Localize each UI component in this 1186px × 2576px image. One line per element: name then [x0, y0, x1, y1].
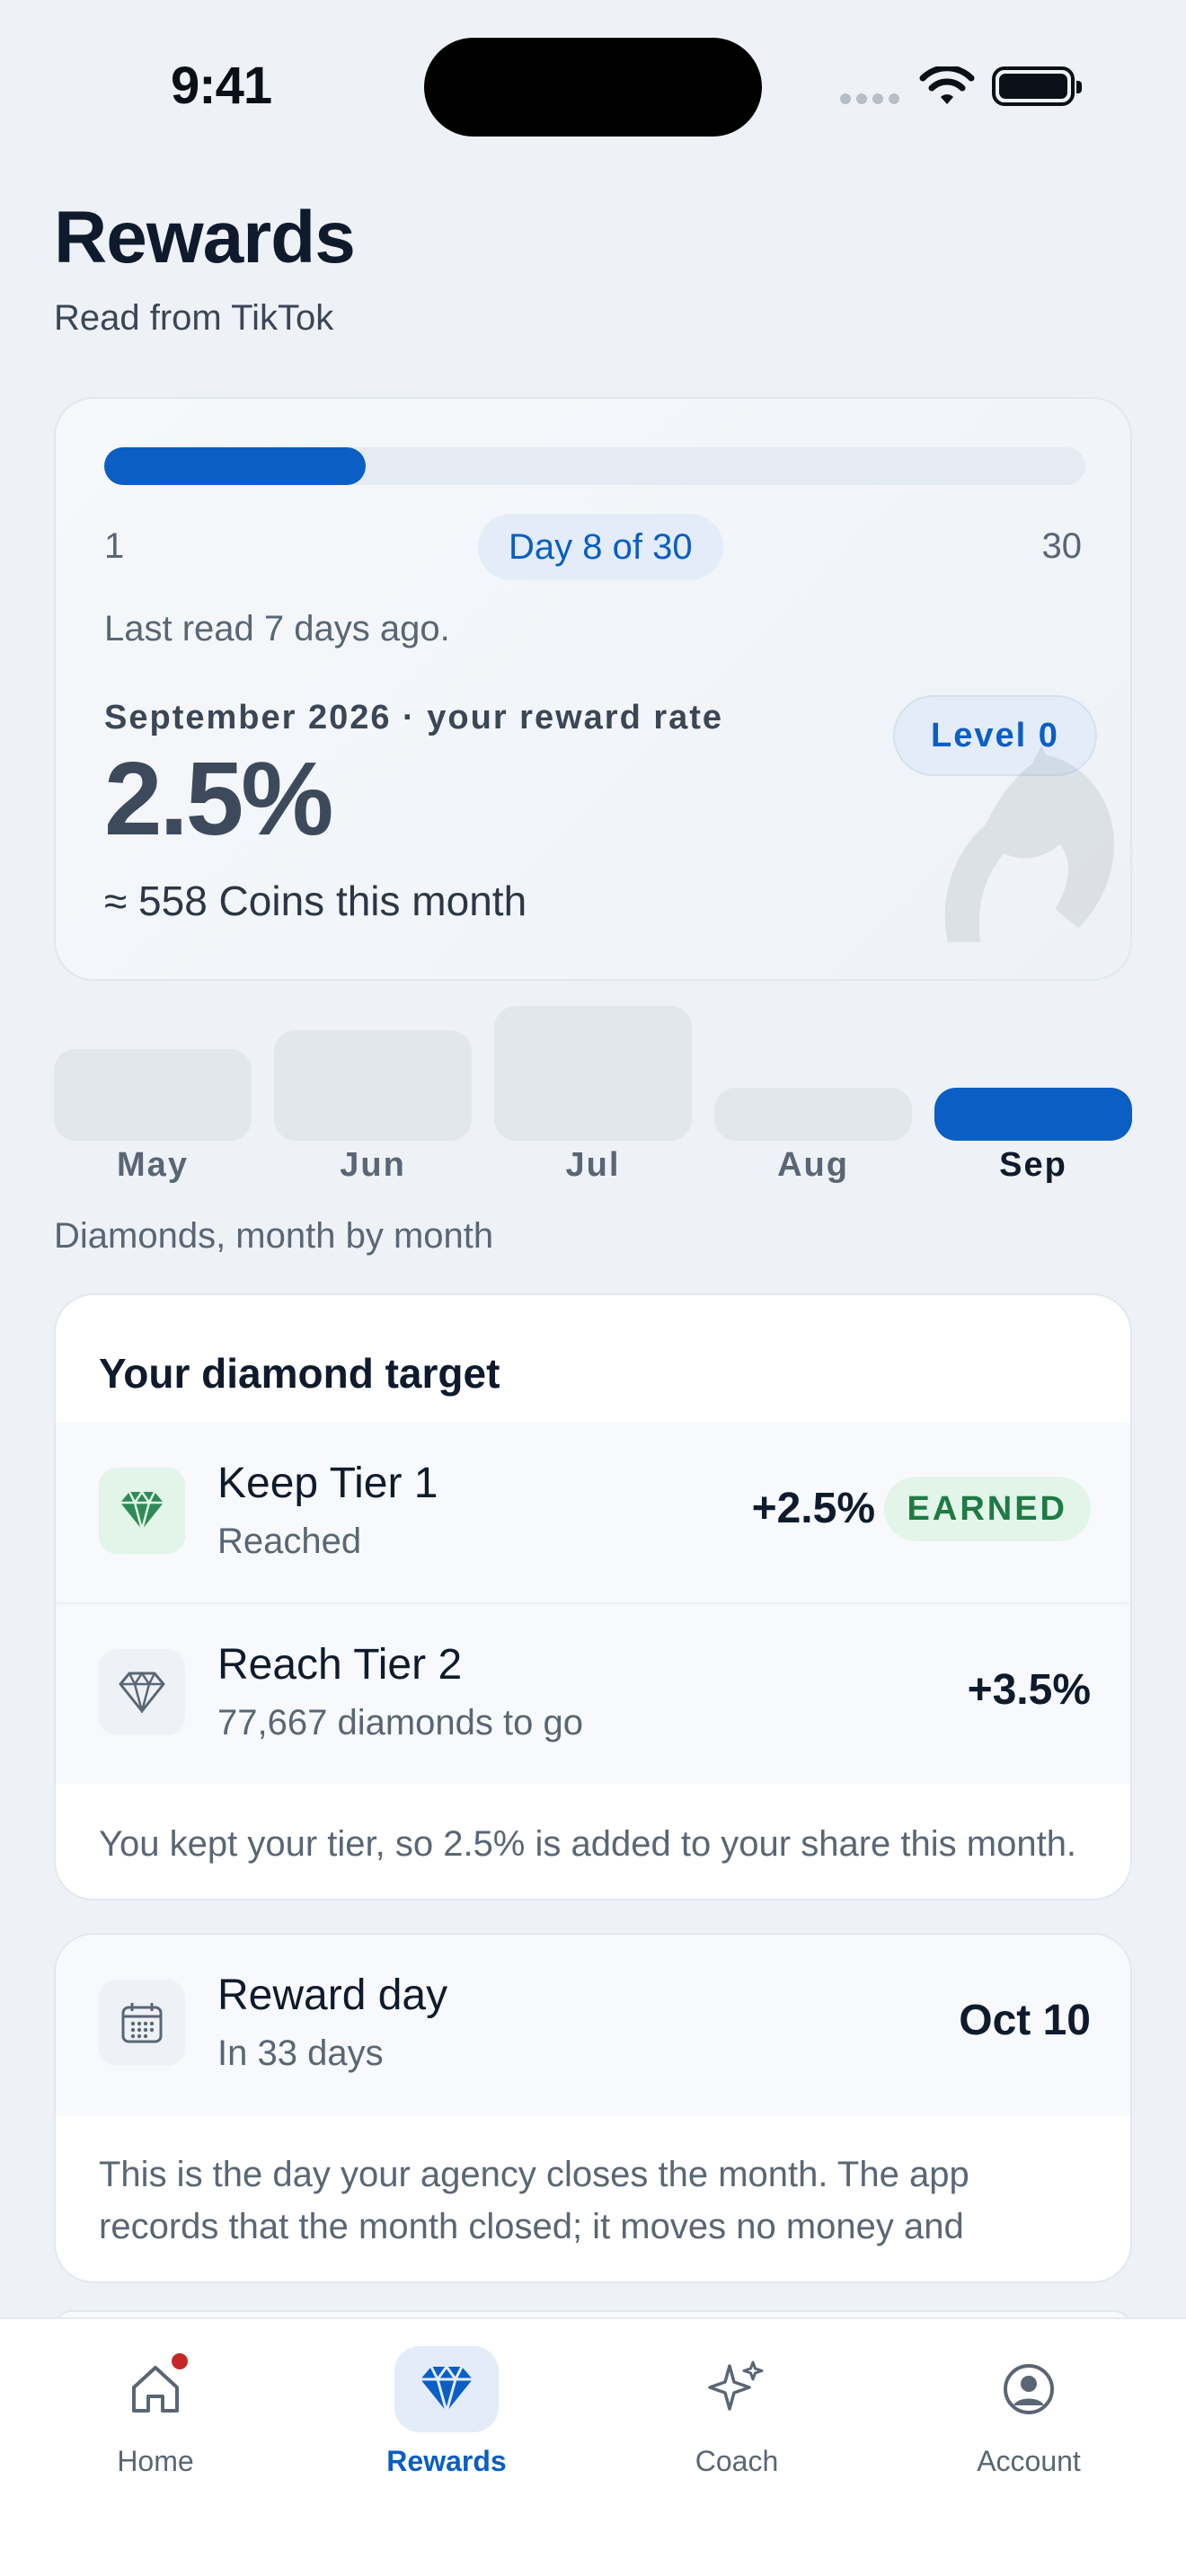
month-progress-fill — [104, 447, 367, 485]
tab-label: Account — [977, 2445, 1081, 2477]
diamond-outline-icon — [99, 1649, 185, 1735]
target-row-value: +3.5% — [967, 1666, 1091, 1714]
month-label: Jun — [340, 1146, 406, 1184]
reward-day-note: This is the day your agency closes the m… — [99, 2155, 969, 2246]
progress-range-end: 30 — [1041, 526, 1083, 566]
diamond-icon — [99, 1468, 185, 1554]
reward-progress-card: 1 Day 8 of 30 30 Last read 7 days ago. S… — [54, 397, 1132, 981]
month-bar-jul[interactable]: Jul — [494, 1006, 692, 1195]
month-bar — [934, 1088, 1132, 1141]
page-subtitle: Read from TikTok — [54, 298, 334, 338]
reward-day-row[interactable]: Reward day In 33 days Oct 10 — [56, 1935, 1130, 2116]
target-row-tier-2[interactable]: Reach Tier 2 77,667 diamonds to go +3.5% — [56, 1604, 1130, 1784]
wifi-icon — [919, 66, 975, 104]
sparkles-icon — [685, 2346, 789, 2432]
horse-watermark-icon — [944, 745, 1115, 942]
month-label: May — [117, 1146, 189, 1184]
earned-badge: EARNED — [883, 1477, 1091, 1541]
battery-icon — [992, 66, 1082, 106]
progress-range-start: 1 — [104, 526, 125, 566]
target-row-title: Reach Tier 2 — [217, 1641, 463, 1689]
bottom-tab-bar: Home Rewards Coach Account — [0, 2317, 1186, 2576]
month-label: Sep — [999, 1146, 1067, 1184]
reward-day-subtitle: In 33 days — [217, 2033, 384, 2073]
month-bar-sep[interactable]: Sep — [934, 1006, 1132, 1195]
month-label: Aug — [777, 1146, 849, 1184]
last-read-text: Last read 7 days ago. — [104, 609, 450, 648]
status-time: 9:41 — [171, 57, 272, 115]
home-icon — [103, 2346, 208, 2432]
diamond-target-card: Your diamond target Keep Tier 1 Reached … — [54, 1293, 1132, 1901]
target-row-tier-1[interactable]: Keep Tier 1 Reached +2.5% EARNED — [56, 1423, 1130, 1602]
month-bar-may[interactable]: May — [54, 1006, 252, 1195]
month-bar — [54, 1049, 252, 1141]
target-row-subtitle: 77,667 diamonds to go — [217, 1703, 583, 1742]
month-bar-jun[interactable]: Jun — [274, 1006, 472, 1195]
reward-day-title: Reward day — [217, 1972, 448, 2019]
months-caption: Diamonds, month by month — [54, 1216, 494, 1256]
calendar-icon — [99, 1980, 185, 2066]
account-icon — [977, 2346, 1081, 2432]
reward-rate-value: 2.5% — [104, 740, 333, 857]
diamond-icon — [394, 2346, 499, 2432]
monthly-diamonds-bars: May Jun Jul Aug Sep — [54, 1006, 1132, 1195]
dynamic-island — [424, 38, 762, 137]
reward-day-date: Oct 10 — [959, 1997, 1091, 2044]
notification-dot — [172, 2353, 188, 2369]
tab-label: Coach — [695, 2445, 779, 2477]
month-progress-track — [104, 447, 1085, 485]
month-label: Jul — [565, 1146, 621, 1184]
coins-estimate: ≈ 558 Coins this month — [104, 878, 527, 924]
tab-rewards[interactable]: Rewards — [339, 2346, 554, 2478]
page-title: Rewards — [54, 197, 356, 278]
target-row-value: +2.5% — [751, 1485, 875, 1532]
tab-label: Rewards — [386, 2445, 507, 2477]
tab-account[interactable]: Account — [921, 2346, 1137, 2478]
reward-day-card: Reward day In 33 days Oct 10 This is the… — [54, 1933, 1132, 2283]
month-bar — [274, 1030, 472, 1141]
target-note: You kept your tier, so 2.5% is added to … — [99, 1824, 1077, 1864]
day-counter-pill: Day 8 of 30 — [478, 514, 723, 580]
cellular-signal-icon — [840, 93, 899, 104]
month-bar — [494, 1006, 692, 1141]
tab-label: Home — [117, 2445, 194, 2477]
month-bar-aug[interactable]: Aug — [714, 1006, 912, 1195]
status-bar: 9:41 — [0, 0, 1186, 171]
reward-rate-caption: September 2026 · your reward rate — [104, 699, 724, 737]
target-row-title: Keep Tier 1 — [217, 1460, 438, 1507]
tab-coach[interactable]: Coach — [629, 2346, 845, 2478]
target-card-title: Your diamond target — [99, 1350, 500, 1397]
month-bar — [714, 1088, 912, 1141]
target-row-subtitle: Reached — [217, 1522, 362, 1561]
tab-home[interactable]: Home — [48, 2346, 263, 2478]
